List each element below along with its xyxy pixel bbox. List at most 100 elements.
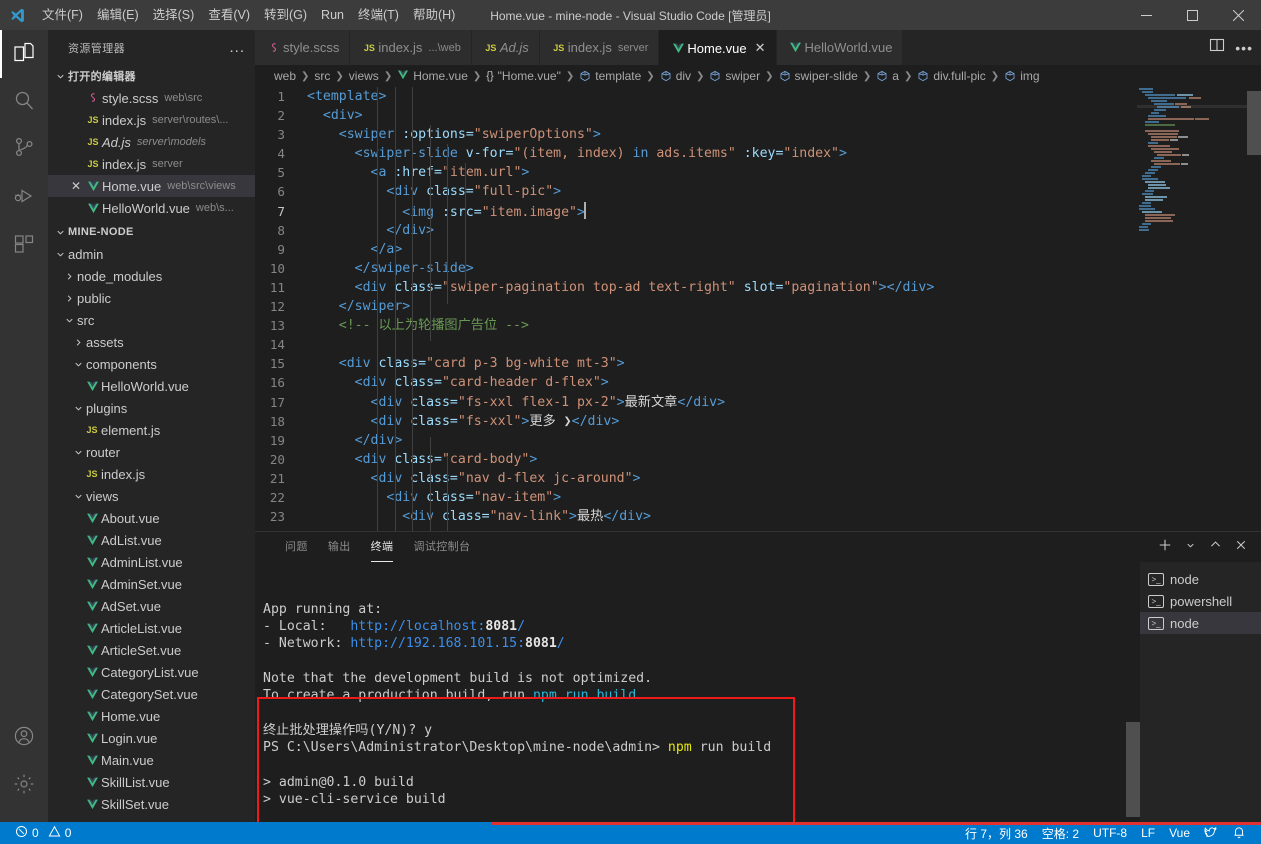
code-line[interactable]: 20 <div class="card-body"> xyxy=(255,450,1261,469)
menu-help[interactable]: 帮助(H) xyxy=(406,0,462,30)
menu-terminal[interactable]: 终端(T) xyxy=(351,0,406,30)
tree-file[interactable]: CategorySet.vue xyxy=(48,683,255,705)
editor-tab[interactable]: JS Ad.js xyxy=(471,30,540,65)
tree-file[interactable]: Home.vue xyxy=(48,705,255,727)
code-line[interactable]: 18 <div class="fs-xxl">更多 ❯</div> xyxy=(255,412,1261,431)
activity-item-run-debug[interactable] xyxy=(0,174,48,222)
close-icon[interactable]: ✕ xyxy=(755,40,766,56)
breadcrumb-item[interactable]: swiper-slide xyxy=(779,69,858,83)
editor-tab[interactable]: JS index.js ...\web xyxy=(350,30,472,65)
open-editor-item[interactable]: ✕ Home.vue web\src\views xyxy=(48,175,255,197)
terminal-scrollbar[interactable] xyxy=(1126,562,1140,822)
activity-item-source-control[interactable] xyxy=(0,126,48,174)
menu-bar[interactable]: 文件(F) 编辑(E) 选择(S) 查看(V) 转到(G) Run 终端(T) … xyxy=(35,0,462,30)
terminal-output[interactable]: App running at: - Local: http://localhost… xyxy=(255,562,1140,822)
tree-file[interactable]: Login.vue xyxy=(48,727,255,749)
panel-tab-terminal[interactable]: 终端 xyxy=(361,532,404,562)
terminal-list-item[interactable]: >_ powershell xyxy=(1140,590,1261,612)
activity-item-explorer[interactable] xyxy=(0,30,48,78)
code-line[interactable]: 13 <!-- 以上为轮播图广告位 --> xyxy=(255,316,1261,335)
code-line[interactable]: 3 <swiper :options="swiperOptions"> xyxy=(255,125,1261,144)
code-line[interactable]: 23 <div class="nav-link">最热</div> xyxy=(255,507,1261,526)
close-icon[interactable] xyxy=(1235,538,1247,556)
code-line[interactable]: 17 <div class="fs-xxl flex-1 px-2">最新文章<… xyxy=(255,393,1261,412)
status-indentation[interactable]: 空格: 2 xyxy=(1035,822,1086,844)
tree-file[interactable]: CategoryList.vue xyxy=(48,661,255,683)
minimize-button[interactable] xyxy=(1123,0,1169,30)
editor-tab[interactable]: HelloWorld.vue xyxy=(776,30,904,65)
open-editor-item[interactable]: HelloWorld.vue web\s... xyxy=(48,197,255,219)
tree-file[interactable]: SkillSet.vue xyxy=(48,793,255,815)
status-cursor-position[interactable]: 行 7，列 36 xyxy=(958,822,1035,844)
terminal-list-item[interactable]: >_ node xyxy=(1140,568,1261,590)
code-lines[interactable]: 1 <template> 2 <div> 3 <swiper :options="sw… xyxy=(255,87,1261,526)
editor-tab[interactable]: style.scss xyxy=(255,30,351,65)
menu-selection[interactable]: 选择(S) xyxy=(146,0,202,30)
menu-view[interactable]: 查看(V) xyxy=(201,0,257,30)
activity-item-settings[interactable] xyxy=(0,762,48,810)
code-line[interactable]: 19 </div> xyxy=(255,431,1261,450)
breadcrumb-item[interactable]: views xyxy=(349,69,379,83)
chevron-down-icon[interactable] xyxy=(1185,538,1196,556)
tree-folder[interactable]: assets xyxy=(48,331,255,353)
breadcrumb-item[interactable]: web xyxy=(274,69,296,83)
breadcrumb-item[interactable]: {} "Home.vue" xyxy=(486,69,561,83)
tree-folder[interactable]: public xyxy=(48,287,255,309)
tree-file[interactable]: HelloWorld.vue xyxy=(48,375,255,397)
tree-file[interactable]: ArticleSet.vue xyxy=(48,639,255,661)
tree-file[interactable]: AdList.vue xyxy=(48,529,255,551)
tree-folder[interactable]: views xyxy=(48,485,255,507)
code-line[interactable]: 22 <div class="nav-item"> xyxy=(255,488,1261,507)
explorer-more-actions-icon[interactable]: ... xyxy=(229,39,245,56)
code-line[interactable]: 4 <swiper-slide v-for="(item, index) in … xyxy=(255,144,1261,163)
chevron-up-icon[interactable] xyxy=(1209,538,1222,556)
tree-folder[interactable]: plugins xyxy=(48,397,255,419)
tree-folder[interactable]: src xyxy=(48,309,255,331)
minimap[interactable] xyxy=(1137,87,1247,531)
code-line[interactable]: 1 <template> xyxy=(255,87,1261,106)
menu-edit[interactable]: 编辑(E) xyxy=(90,0,146,30)
activity-item-search[interactable] xyxy=(0,78,48,126)
breadcrumb-item[interactable]: img xyxy=(1004,69,1040,83)
status-language-mode[interactable]: Vue xyxy=(1162,822,1197,844)
open-editor-item[interactable]: JS Ad.js server\models xyxy=(48,131,255,153)
tree-folder[interactable]: components xyxy=(48,353,255,375)
code-line[interactable]: 8 </div> xyxy=(255,221,1261,240)
tree-folder[interactable]: node_modules xyxy=(48,265,255,287)
tree-file[interactable]: Main.vue xyxy=(48,749,255,771)
code-line[interactable]: 14 xyxy=(255,335,1261,354)
tree-file[interactable]: JS index.js xyxy=(48,463,255,485)
code-line[interactable]: 12 </swiper> xyxy=(255,297,1261,316)
tree-file[interactable]: JS element.js xyxy=(48,419,255,441)
editor-tab[interactable]: JS index.js server xyxy=(539,30,660,65)
code-line[interactable]: 2 <div> xyxy=(255,106,1261,125)
status-feedback[interactable] xyxy=(1197,822,1225,844)
maximize-button[interactable] xyxy=(1169,0,1215,30)
panel-tab-output[interactable]: 输出 xyxy=(318,532,361,562)
tree-folder[interactable]: admin xyxy=(48,243,255,265)
code-line[interactable]: 5 <a :href="item.url"> xyxy=(255,163,1261,182)
editor-tab[interactable]: Home.vue ✕ xyxy=(659,30,777,65)
open-editor-item[interactable]: JS index.js server xyxy=(48,153,255,175)
code-editor[interactable]: 1 <template> 2 <div> 3 <swiper :options="sw… xyxy=(255,87,1261,531)
activity-item-accounts[interactable] xyxy=(0,714,48,762)
tree-file[interactable]: About.vue xyxy=(48,507,255,529)
breadcrumb-item[interactable]: Home.vue xyxy=(397,69,468,84)
tree-file[interactable]: AdminSet.vue xyxy=(48,573,255,595)
activity-item-extensions[interactable] xyxy=(0,222,48,270)
code-line[interactable]: 15 <div class="card p-3 bg-white mt-3"> xyxy=(255,354,1261,373)
terminal-scroll-thumb[interactable] xyxy=(1126,722,1140,817)
menu-go[interactable]: 转到(G) xyxy=(257,0,314,30)
status-problems[interactable]: 0 0 xyxy=(8,822,78,844)
status-notifications[interactable] xyxy=(1225,822,1253,844)
code-line[interactable]: 21 <div class="nav d-flex jc-around"> xyxy=(255,469,1261,488)
breadcrumb-item[interactable]: swiper xyxy=(709,69,760,83)
tree-file[interactable]: AdSet.vue xyxy=(48,595,255,617)
breadcrumb-item[interactable]: div xyxy=(660,69,691,83)
breadcrumb-item[interactable]: a xyxy=(876,69,899,83)
ellipsis-icon[interactable]: ••• xyxy=(1235,41,1253,55)
code-line[interactable]: 6 <div class="full-pic"> xyxy=(255,182,1261,201)
close-icon[interactable]: ✕ xyxy=(68,179,84,193)
open-editor-item[interactable]: JS index.js server\routes\... xyxy=(48,109,255,131)
tree-folder[interactable]: router xyxy=(48,441,255,463)
